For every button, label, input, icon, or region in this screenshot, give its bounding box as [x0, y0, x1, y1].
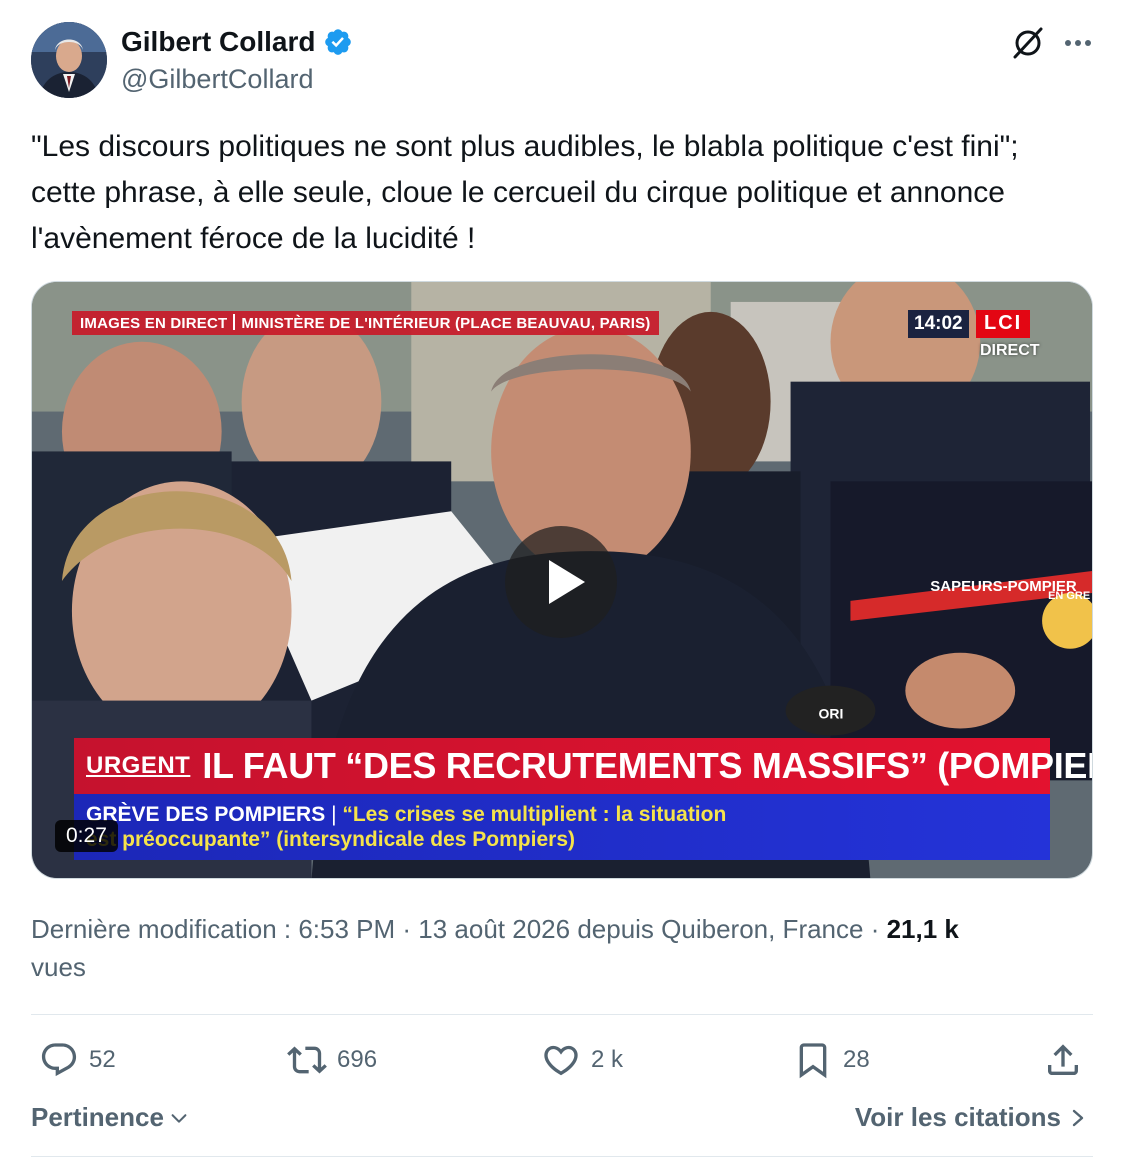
divider-top — [31, 1014, 1093, 1015]
live-banner-separator — [233, 314, 236, 330]
reply-button[interactable]: 52 — [39, 1040, 116, 1080]
meta-dot-1: · — [395, 914, 419, 944]
views-label: vues — [31, 952, 86, 982]
live-label: IMAGES EN DIRECT — [80, 315, 228, 332]
heart-icon — [544, 1045, 578, 1076]
replies-footer: Pertinence Voir les citations — [31, 1100, 1093, 1140]
sub-line-1: GRÈVE DES POMPIERS | “Les crises se mult… — [86, 803, 727, 826]
tweet-date-place[interactable]: 13 août 2026 depuis Quiberon, France — [418, 914, 863, 944]
share-button[interactable] — [1043, 1040, 1083, 1080]
mic-text: ORI — [819, 706, 844, 722]
play-icon — [549, 560, 585, 604]
views-count: 21,1 k — [886, 914, 959, 944]
quotes-label: Voir les citations — [854, 1102, 1061, 1132]
tweet-time[interactable]: 6:53 PM — [298, 914, 395, 944]
badge-text: EN GRE — [1048, 590, 1090, 602]
video-player[interactable]: SAPEURS-POMPIER EN GRE ORI IMAGES EN DIR… — [31, 281, 1093, 879]
urgent-banner: URGENT IL FAUT “DES RECRUTEMENTS MASSIFS… — [74, 738, 1092, 794]
channel-logo: LCI — [976, 310, 1031, 338]
chevron-down-icon — [171, 1113, 187, 1123]
play-button[interactable] — [505, 526, 617, 638]
author-display-name[interactable]: Gilbert Collard — [121, 26, 315, 58]
more-options-icon[interactable] — [1061, 28, 1095, 58]
sort-dropdown[interactable]: Pertinence — [31, 1102, 190, 1133]
bookmark-count: 28 — [843, 1046, 870, 1073]
repost-icon — [287, 1046, 327, 1074]
meta-prefix: Dernière modification : — [31, 914, 299, 944]
tweet-header: Gilbert Collard @GilbertCollard — [31, 22, 1095, 100]
author-avatar[interactable] — [31, 22, 107, 98]
divider-bottom — [31, 1156, 1093, 1157]
repost-button[interactable]: 696 — [287, 1040, 377, 1080]
reply-count: 52 — [89, 1046, 116, 1073]
sub-quote-2: est préoccupante” (intersyndicale des Po… — [86, 828, 575, 851]
tweet-text: "Les discours politiques ne sont plus au… — [31, 130, 1027, 255]
repost-count: 696 — [337, 1046, 378, 1073]
sub-quote-1: “Les crises se multiplient : la situatio… — [342, 803, 727, 826]
verified-badge-icon — [325, 29, 352, 55]
name-row: Gilbert Collard — [121, 26, 353, 58]
sub-topic: GRÈVE DES POMPIERS — [86, 803, 326, 826]
action-bar: 52 696 2 k 28 — [31, 1032, 1093, 1088]
view-quotes-link[interactable]: Voir les citations — [855, 1102, 1087, 1133]
meta-dot-2: · — [863, 914, 887, 944]
urgent-headline: IL FAUT “DES RECRUTEMENTS MASSIFS” (POMP… — [202, 745, 1093, 786]
video-duration: 0:27 — [55, 820, 118, 852]
broadcast-clock: 14:02 — [908, 310, 969, 338]
live-banner: IMAGES EN DIRECT MINISTÈRE DE L'INTÉRIEUR… — [72, 311, 659, 335]
direct-label: DIRECT — [980, 342, 1040, 359]
chevron-right-icon — [1072, 1109, 1084, 1126]
tweet-meta: Dernière modification : 6:53 PM · 13 aoû… — [31, 910, 1071, 986]
bookmark-button[interactable]: 28 — [793, 1040, 870, 1080]
sub-line-2: est préoccupante” (intersyndicale des Po… — [86, 827, 1050, 852]
bookmark-icon — [799, 1043, 827, 1079]
like-count: 2 k — [591, 1046, 624, 1073]
grok-icon[interactable] — [1011, 26, 1045, 60]
author-handle[interactable]: @GilbertCollard — [121, 64, 313, 95]
like-button[interactable]: 2 k — [541, 1040, 623, 1080]
location-label: MINISTÈRE DE L'INTÉRIEUR (PLACE BEAUVAU,… — [241, 315, 651, 332]
share-icon — [1048, 1044, 1078, 1075]
urgent-tag: URGENT — [86, 752, 191, 779]
sub-banner: GRÈVE DES POMPIERS | “Les crises se mult… — [74, 794, 1050, 860]
reply-icon — [41, 1043, 77, 1077]
sort-label: Pertinence — [31, 1102, 164, 1132]
